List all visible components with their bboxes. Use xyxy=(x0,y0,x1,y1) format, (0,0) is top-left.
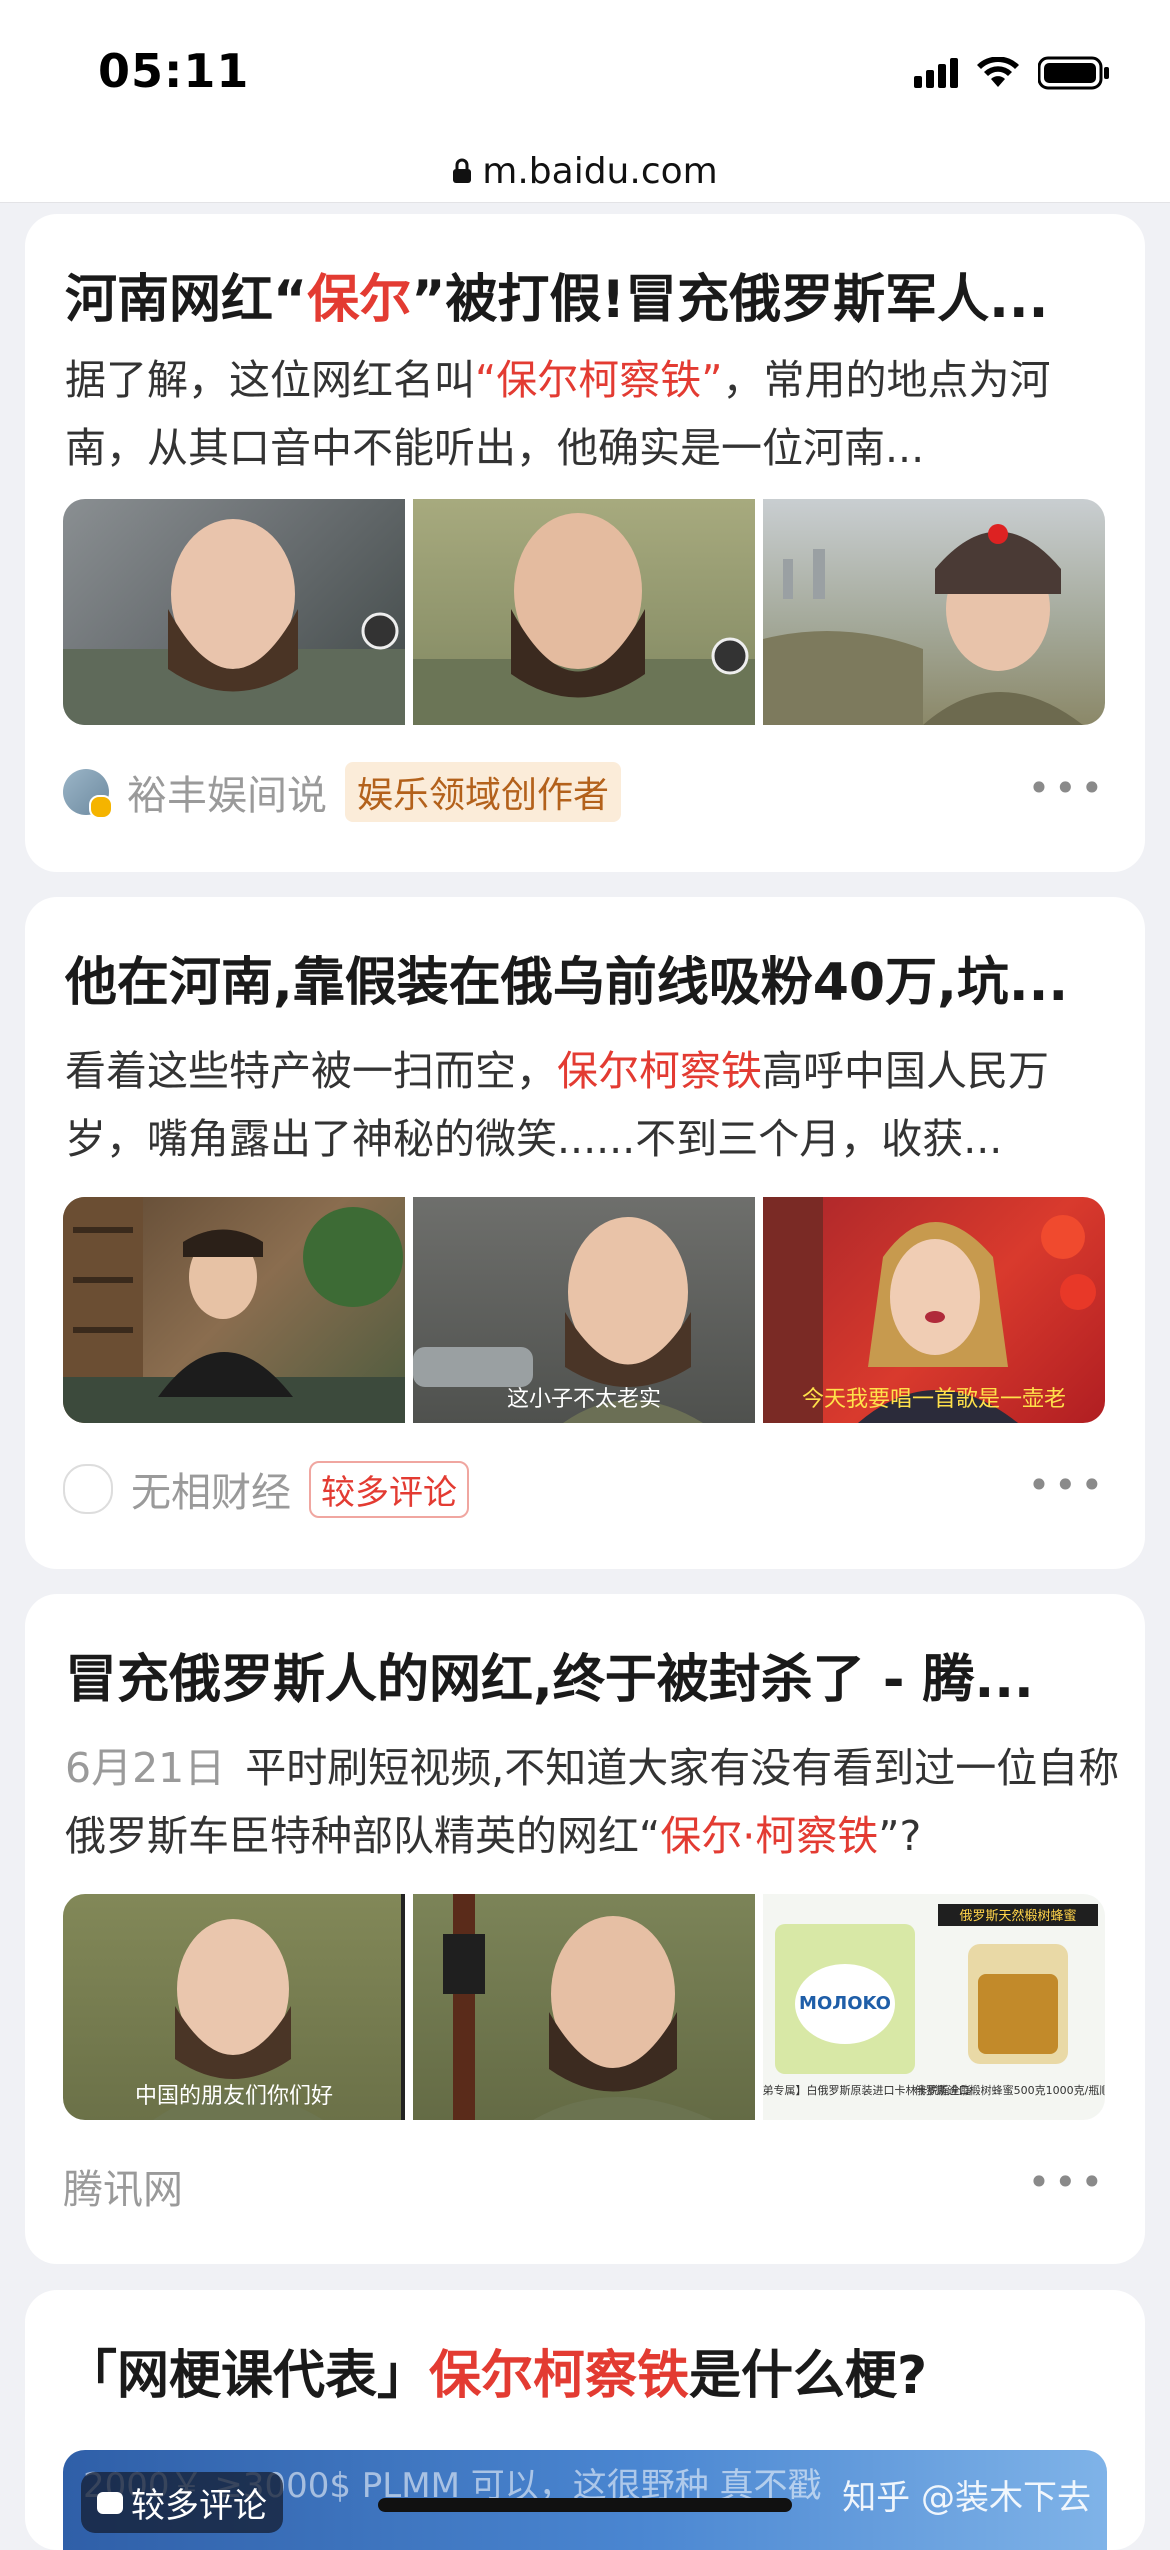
thumbnail[interactable] xyxy=(413,499,755,725)
url-bar[interactable]: m.baidu.com xyxy=(0,140,1170,203)
image-row[interactable]: 这小子不太老实 今天我要唱一首歌是一壶老 xyxy=(63,1197,1105,1423)
source-avatar xyxy=(63,769,113,819)
status-time: 05:11 xyxy=(98,44,250,98)
more-options-icon[interactable]: ••• xyxy=(1028,2160,1107,2204)
source-name: 无相财经 xyxy=(131,1470,291,1516)
result-source[interactable]: 裕丰娱间说 娱乐领域创作者 xyxy=(63,762,622,822)
home-indicator[interactable] xyxy=(378,2498,792,2512)
more-options-icon[interactable]: ••• xyxy=(1028,766,1107,810)
image-caption: 这小子不太老实 xyxy=(506,1387,661,1412)
more-options-icon[interactable]: ••• xyxy=(1028,1463,1107,1507)
thumbnail[interactable] xyxy=(413,1894,755,2120)
result-date: 6月21日 xyxy=(65,1744,226,1792)
image-row[interactable] xyxy=(63,499,1105,725)
thumbnail[interactable]: MOЛOKO 俄罗斯天然椴树蜂蜜 【小张老弟专属】白俄罗斯原装进口卡林卡脱脂全脂… xyxy=(763,1894,1105,2120)
thumbnail[interactable] xyxy=(63,499,405,725)
result-card[interactable]: 他在河南,靠假装在俄乌前线吸粉40万,坑... 看着这些特产被一扫而空，保尔柯察… xyxy=(25,897,1145,1569)
thumbnail[interactable]: 这小子不太老实 xyxy=(413,1197,755,1423)
zhihu-watermark: 知乎 @装木下去 xyxy=(842,2478,1091,2518)
thumbnail[interactable]: 今天我要唱一首歌是一壶老 xyxy=(763,1197,1105,1423)
url-text: m.baidu.com xyxy=(482,150,718,192)
thumbnail[interactable] xyxy=(63,1197,405,1423)
cellular-signal-icon xyxy=(914,58,958,88)
result-title[interactable]: 「网梗课代表」保尔柯察铁是什么梗? xyxy=(65,2340,1105,2412)
comments-badge-label: 较多评论 xyxy=(131,2486,267,2526)
status-bar: 05:11 xyxy=(0,0,1170,140)
result-snippet: 看着这些特产被一扫而空，保尔柯察铁高呼中国人民万岁，嘴角露出了神秘的微笑....… xyxy=(65,1047,1049,1163)
thumbnail[interactable] xyxy=(763,499,1105,725)
result-title[interactable]: 河南网红“保尔”被打假!冒充俄罗斯军人... xyxy=(65,264,1105,336)
source-logo-icon xyxy=(63,1464,113,1514)
result-snippet: 据了解，这位网红名叫“保尔柯察铁”，常用的地点为河南，从其口音中不能听出，他确实… xyxy=(65,356,1051,472)
result-title[interactable]: 冒充俄罗斯人的网红,终于被封杀了 - 腾... xyxy=(65,1644,1105,1716)
verified-badge-icon xyxy=(89,795,113,819)
result-snippet: 6月21日 平时刷短视频,不知道大家有没有看到过一位自称俄罗斯车臣特种部队精英的网… xyxy=(65,1744,1120,1860)
image-row[interactable]: 中国的朋友们你们好 MOЛOKO 俄罗斯天然椴树蜂蜜 【小张老弟专属】白俄罗斯原… xyxy=(63,1894,1105,2120)
product-label: 俄罗斯天然椴树蜂蜜 xyxy=(959,1908,1076,1924)
author-tag: 娱乐领域创作者 xyxy=(345,762,622,822)
result-card[interactable]: 冒充俄罗斯人的网红,终于被封杀了 - 腾... 6月21日 平时刷短视频,不知道大… xyxy=(25,1594,1145,2264)
product-label: 俄罗斯进口椴树蜂蜜500克1000克/瓶顺森 xyxy=(915,2083,1105,2097)
product-label: MOЛOKO xyxy=(799,1993,891,2014)
thumbnail[interactable]: 中国的朋友们你们好 xyxy=(63,1894,405,2120)
lock-icon xyxy=(453,158,472,183)
image-caption: 今天我要唱一首歌是一壶老 xyxy=(801,1387,1066,1412)
comments-badge[interactable]: 较多评论 xyxy=(81,2472,283,2533)
result-card[interactable]: 河南网红“保尔”被打假!冒充俄罗斯军人... 据了解，这位网红名叫“保尔柯察铁”… xyxy=(25,214,1145,872)
battery-icon xyxy=(1038,56,1109,90)
source-name: 腾讯网 xyxy=(63,2167,183,2213)
result-source[interactable]: 无相财经 较多评论 xyxy=(63,1460,469,1518)
result-source[interactable]: 腾讯网 xyxy=(63,2157,183,2215)
comments-tag: 较多评论 xyxy=(309,1460,469,1518)
result-title[interactable]: 他在河南,靠假装在俄乌前线吸粉40万,坑... xyxy=(65,947,1105,1019)
status-icons xyxy=(914,56,1110,90)
image-caption: 中国的朋友们你们好 xyxy=(134,2084,333,2109)
source-name: 裕丰娱间说 xyxy=(127,773,327,819)
comment-icon xyxy=(97,2491,123,2514)
wifi-icon xyxy=(977,57,1019,87)
